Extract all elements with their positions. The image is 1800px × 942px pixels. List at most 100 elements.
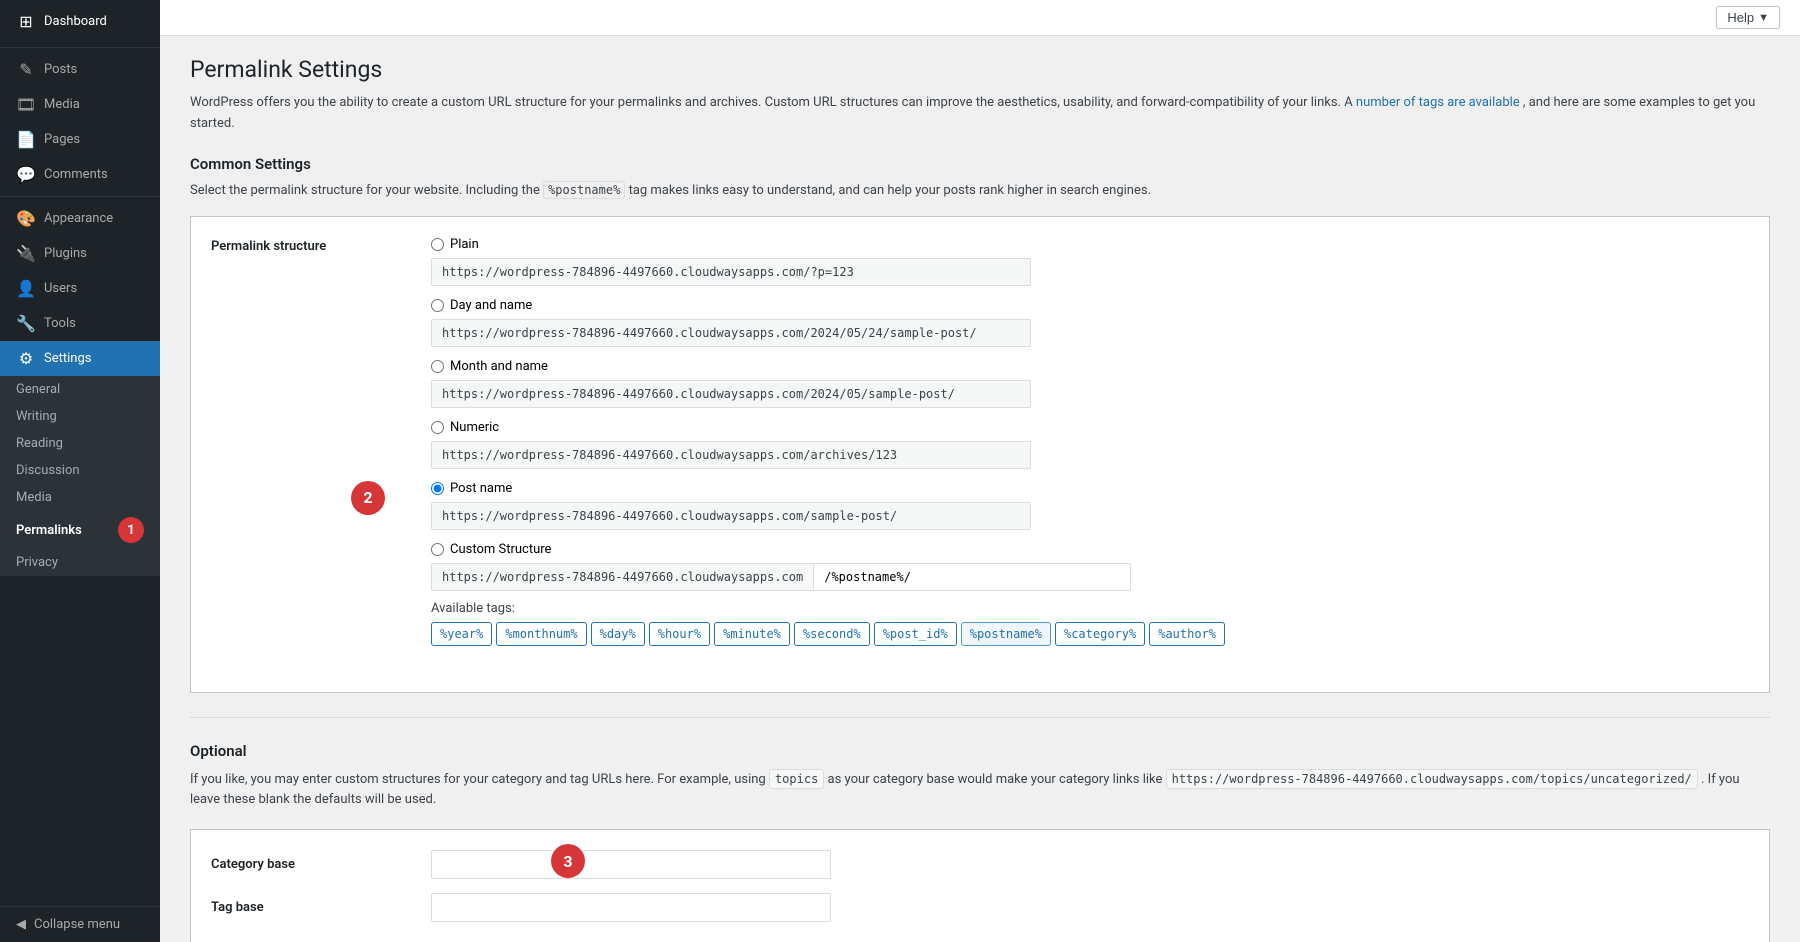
radio-custom-label[interactable]: Custom Structure — [431, 542, 1749, 557]
tags-container: %year% %monthnum% %day% %hour% %minute% … — [431, 622, 1749, 646]
posts-icon: ✎ — [16, 60, 36, 79]
postname-tag: %postname% — [543, 181, 625, 199]
category-base-label: Category base — [211, 857, 431, 872]
optional-settings-box: 3 Category base Tag base — [190, 829, 1770, 942]
numeric-url: https://wordpress-784896-4497660.cloudwa… — [431, 441, 1031, 469]
badge-1: 1 — [118, 517, 144, 543]
optional-description: If you like, you may enter custom struct… — [190, 770, 1770, 812]
radio-custom[interactable] — [431, 543, 444, 556]
tag-category[interactable]: %category% — [1055, 622, 1145, 646]
option-day-name: Day and name https://wordpress-784896-44… — [431, 298, 1749, 347]
page-title: Permalink Settings — [190, 56, 1770, 83]
collapse-icon: ◀ — [16, 917, 26, 932]
settings-icon: ⚙ — [16, 349, 36, 368]
radio-month-name-text: Month and name — [450, 359, 548, 374]
nav-divider-top — [0, 47, 160, 48]
common-settings-description: Select the permalink structure for your … — [190, 183, 1770, 198]
tag-base-row: Tag base — [211, 893, 1749, 922]
dashboard-nav-item[interactable]: ⊞ Dashboard — [0, 0, 160, 43]
users-icon: 👤 — [16, 279, 36, 298]
topbar: Help ▼ — [160, 0, 1800, 36]
sidebar-item-posts[interactable]: ✎ Posts — [0, 52, 160, 87]
tag-hour[interactable]: %hour% — [649, 622, 710, 646]
tag-monthnum[interactable]: %monthnum% — [496, 622, 586, 646]
optional-title: Optional — [190, 742, 1770, 760]
topics-code: topics — [769, 769, 824, 789]
radio-day-name-text: Day and name — [450, 298, 532, 313]
radio-day-name[interactable] — [431, 299, 444, 312]
option-plain: Plain https://wordpress-784896-4497660.c… — [431, 237, 1749, 286]
badge-3: 3 — [551, 844, 585, 878]
radio-post-name-text: Post name — [450, 481, 512, 496]
help-button[interactable]: Help ▼ — [1716, 6, 1780, 29]
sidebar-item-settings[interactable]: ⚙ Settings — [0, 341, 160, 376]
collapse-label: Collapse menu — [34, 917, 120, 932]
tag-base-input[interactable] — [431, 893, 831, 922]
permalink-structure-row: Permalink structure Plain https://wordpr… — [211, 237, 1749, 658]
page-description: WordPress offers you the ability to crea… — [190, 93, 1770, 135]
sidebar-item-appearance[interactable]: 🎨 Appearance — [0, 201, 160, 236]
plugins-icon: 🔌 — [16, 244, 36, 263]
appearance-label: Appearance — [44, 211, 113, 226]
radio-plain-text: Plain — [450, 237, 479, 252]
tag-postname[interactable]: %postname% — [961, 622, 1051, 646]
radio-plain[interactable] — [431, 238, 444, 251]
sidebar-item-plugins[interactable]: 🔌 Plugins — [0, 236, 160, 271]
tools-icon: 🔧 — [16, 314, 36, 333]
radio-month-name-label[interactable]: Month and name — [431, 359, 1749, 374]
tag-minute[interactable]: %minute% — [714, 622, 790, 646]
tag-base-label: Tag base — [211, 900, 431, 915]
radio-plain-label[interactable]: Plain — [431, 237, 1749, 252]
custom-url-input[interactable] — [814, 563, 1131, 591]
permalink-structure-label: Permalink structure — [211, 237, 431, 254]
radio-post-name[interactable] — [431, 482, 444, 495]
tag-author[interactable]: %author% — [1149, 622, 1225, 646]
radio-numeric[interactable] — [431, 421, 444, 434]
pages-label: Pages — [44, 132, 80, 147]
sidebar-item-users[interactable]: 👤 Users — [0, 271, 160, 306]
radio-post-name-label[interactable]: Post name — [431, 481, 1749, 496]
option-month-name: Month and name https://wordpress-784896-… — [431, 359, 1749, 408]
post-name-url: https://wordpress-784896-4497660.cloudwa… — [431, 502, 1031, 530]
subnav-media[interactable]: Media — [0, 484, 160, 511]
desc-part1: WordPress offers you the ability to crea… — [190, 95, 1356, 110]
tag-year[interactable]: %year% — [431, 622, 492, 646]
tag-second[interactable]: %second% — [794, 622, 870, 646]
sidebar-item-tools[interactable]: 🔧 Tools — [0, 306, 160, 341]
subnav-permalinks[interactable]: Permalinks 1 — [0, 511, 160, 549]
sidebar-item-comments[interactable]: 💬 Comments — [0, 157, 160, 192]
radio-month-name[interactable] — [431, 360, 444, 373]
custom-url-prefix: https://wordpress-784896-4497660.cloudwa… — [431, 563, 814, 591]
plugins-label: Plugins — [44, 246, 87, 261]
subnav-discussion[interactable]: Discussion — [0, 457, 160, 484]
common-settings-box: Permalink structure Plain https://wordpr… — [190, 216, 1770, 693]
subnav-privacy[interactable]: Privacy — [0, 549, 160, 576]
opt-desc-1: If you like, you may enter custom struct… — [190, 772, 769, 787]
radio-custom-text: Custom Structure — [450, 542, 551, 557]
settings-label: Settings — [44, 351, 91, 366]
subnav-general[interactable]: General — [0, 376, 160, 403]
dashboard-icon: ⊞ — [16, 12, 36, 31]
settings-sub-nav: General Writing Reading Discussion Media… — [0, 376, 160, 576]
collapse-menu-button[interactable]: ◀ Collapse menu — [0, 906, 160, 942]
option-post-name: Post name https://wordpress-784896-44976… — [431, 481, 1749, 530]
option-numeric: Numeric https://wordpress-784896-4497660… — [431, 420, 1749, 469]
optional-url: https://wordpress-784896-4497660.cloudwa… — [1166, 769, 1698, 789]
day-name-url: https://wordpress-784896-4497660.cloudwa… — [431, 319, 1031, 347]
help-label: Help — [1727, 10, 1754, 25]
subnav-reading[interactable]: Reading — [0, 430, 160, 457]
main-area: Help ▼ Permalink Settings WordPress offe… — [160, 0, 1800, 942]
tag-post-id[interactable]: %post_id% — [874, 622, 957, 646]
sidebar-item-media[interactable]: 🎞 Media — [0, 87, 160, 122]
badge-2: 2 — [351, 481, 385, 515]
subnav-writing[interactable]: Writing — [0, 403, 160, 430]
tags-available-link[interactable]: number of tags are available — [1356, 95, 1520, 110]
sidebar-item-pages[interactable]: 📄 Pages — [0, 122, 160, 157]
sidebar: ⊞ Dashboard ✎ Posts 🎞 Media 📄 Pages 💬 Co… — [0, 0, 160, 942]
radio-numeric-label[interactable]: Numeric — [431, 420, 1749, 435]
category-base-input[interactable] — [431, 850, 831, 879]
radio-day-name-label[interactable]: Day and name — [431, 298, 1749, 313]
option-custom-structure: Custom Structure https://wordpress-78489… — [431, 542, 1749, 646]
media-label: Media — [44, 97, 80, 112]
tag-day[interactable]: %day% — [591, 622, 645, 646]
